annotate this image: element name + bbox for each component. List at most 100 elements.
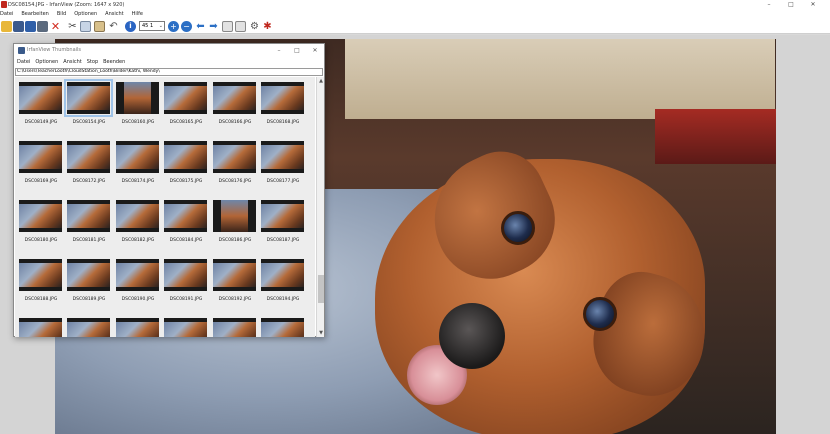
thumbnail-item[interactable]: DSC08174.JPG <box>114 138 162 197</box>
scrollbar-thumb[interactable] <box>318 275 324 303</box>
thumbnails-close-button[interactable]: ✕ <box>306 44 324 57</box>
thumbnails-menu-stop[interactable]: Stop <box>87 57 98 67</box>
thumbnail-item[interactable]: DSC08168.JPG <box>259 79 307 138</box>
thumbnail-image <box>261 82 304 114</box>
thumbnail-image <box>116 200 159 232</box>
menu-hilfe[interactable]: Hilfe <box>132 10 143 19</box>
info-icon[interactable]: i <box>125 21 136 32</box>
thumbnail-item[interactable]: DSC08176.JPG <box>211 138 259 197</box>
thumbnail-item[interactable]: DSC08187.JPG <box>259 197 307 256</box>
delete-icon[interactable]: ✕ <box>50 21 61 32</box>
thumbnail-item[interactable]: DSC08172.JPG <box>65 138 113 197</box>
menu-ansicht[interactable]: Ansicht <box>105 10 123 19</box>
thumbnails-menu-optionen[interactable]: Optionen <box>35 57 58 67</box>
thumbnail-item[interactable]: DSC08175.JPG <box>162 138 210 197</box>
thumbnail-caption: DSC08149.JPG <box>24 120 58 125</box>
first-page-icon[interactable] <box>222 21 233 32</box>
menu-datei[interactable]: Datei <box>0 10 13 19</box>
zoom-out-icon[interactable]: − <box>181 21 192 32</box>
thumbnail-item[interactable]: DSC08181.JPG <box>65 197 113 256</box>
menu-bearbeiten[interactable]: Bearbeiten <box>21 10 48 19</box>
thumbnail-caption: DSC08166.JPG <box>218 120 252 125</box>
thumbnails-app-icon <box>18 47 25 54</box>
thumbnail-item[interactable]: DSC08165.JPG <box>162 79 210 138</box>
thumbnail-item[interactable]: DSC08186.JPG <box>211 197 259 256</box>
next-icon[interactable]: ➡ <box>208 21 219 32</box>
undo-icon[interactable]: ↶ <box>108 21 119 32</box>
last-page-icon[interactable] <box>235 21 246 32</box>
thumbnail-item[interactable]: DSC08160.JPG <box>114 79 162 138</box>
print-icon[interactable] <box>37 21 48 32</box>
window-title: DSC08154.JPG - IrfanView (Zoom: 1647 x 9… <box>8 2 125 8</box>
thumbnail-item[interactable]: DSC08194.JPG <box>259 256 307 315</box>
folder-path-field[interactable]: C:\Users\TeacherLooth\CloudStation_Looth… <box>15 68 323 76</box>
thumbnail-item[interactable]: DSC08182.JPG <box>114 197 162 256</box>
thumbnail-item[interactable] <box>65 315 113 337</box>
thumbnail-item[interactable]: DSC08166.JPG <box>211 79 259 138</box>
thumbnail-image <box>164 200 207 232</box>
thumbnail-item[interactable]: DSC08190.JPG <box>114 256 162 315</box>
thumbnail-image <box>261 259 304 291</box>
thumbnail-item[interactable]: DSC08184.JPG <box>162 197 210 256</box>
vertical-scrollbar[interactable]: ▲ ▼ <box>316 77 324 337</box>
thumbnail-caption: DSC08177.JPG <box>266 179 300 184</box>
thumbnails-minimize-button[interactable]: – <box>270 44 288 57</box>
thumbnail-item[interactable]: DSC08149.JPG <box>17 79 65 138</box>
thumbnail-item[interactable] <box>17 315 65 337</box>
thumbnails-menu-beenden[interactable]: Beenden <box>103 57 125 67</box>
thumbnail-item[interactable] <box>211 315 259 337</box>
thumbnail-item[interactable]: DSC08188.JPG <box>17 256 65 315</box>
thumbnails-menu-ansicht[interactable]: Ansicht <box>63 57 81 67</box>
thumbnail-item[interactable]: DSC08180.JPG <box>17 197 65 256</box>
copy-icon[interactable] <box>80 21 91 32</box>
open-icon[interactable] <box>1 21 12 32</box>
scroll-up-icon[interactable]: ▲ <box>317 77 325 85</box>
thumbnail-item[interactable]: DSC08192.JPG <box>211 256 259 315</box>
thumbnail-item[interactable]: DSC08191.JPG <box>162 256 210 315</box>
save-icon[interactable] <box>25 21 36 32</box>
cut-icon[interactable]: ✂ <box>67 21 78 32</box>
thumbnail-item[interactable]: DSC08169.JPG <box>17 138 65 197</box>
thumbnail-caption: DSC08189.JPG <box>72 297 106 302</box>
thumbnail-image <box>116 259 159 291</box>
zoom-select[interactable]: 45 1 ⌄ <box>139 21 165 31</box>
zoom-in-icon[interactable]: + <box>168 21 179 32</box>
thumbnails-icon[interactable] <box>13 21 24 32</box>
thumbnail-image <box>164 141 207 173</box>
thumbnail-item[interactable] <box>114 315 162 337</box>
thumbnail-image <box>261 141 304 173</box>
thumbnail-caption: DSC08182.JPG <box>121 238 155 243</box>
thumbnail-caption: DSC08168.JPG <box>266 120 300 125</box>
scroll-down-icon[interactable]: ▼ <box>317 329 325 337</box>
thumbnail-caption: DSC08186.JPG <box>218 238 252 243</box>
thumbnail-item[interactable]: DSC08154.JPG <box>64 79 113 138</box>
thumbnail-image <box>116 141 159 173</box>
thumbnail-caption: DSC08176.JPG <box>218 179 252 184</box>
thumbnail-caption: DSC08175.JPG <box>169 179 203 184</box>
thumbnail-item[interactable]: DSC08189.JPG <box>65 256 113 315</box>
thumbnail-image <box>67 259 110 291</box>
previous-icon[interactable]: ⬅ <box>195 21 206 32</box>
thumbnail-item[interactable] <box>259 315 307 337</box>
thumbnail-caption: DSC08169.JPG <box>24 179 58 184</box>
settings-icon[interactable]: ⚙ <box>249 21 260 32</box>
close-button[interactable]: ✕ <box>802 0 824 10</box>
minimize-button[interactable]: – <box>758 0 780 10</box>
thumbnails-menu-datei[interactable]: Datei <box>17 57 30 67</box>
thumbnail-caption: DSC08190.JPG <box>121 297 155 302</box>
thumbnail-image <box>19 259 62 291</box>
maximize-button[interactable]: □ <box>780 0 802 10</box>
menu-optionen[interactable]: Optionen <box>74 10 97 19</box>
thumbnail-caption: DSC08187.JPG <box>266 238 300 243</box>
thumbnail-image <box>213 318 256 337</box>
paste-icon[interactable] <box>94 21 105 32</box>
thumbnails-maximize-button[interactable]: □ <box>288 44 306 57</box>
thumbnail-item[interactable]: DSC08177.JPG <box>259 138 307 197</box>
thumbnail-image <box>116 318 159 337</box>
thumbnail-image <box>19 200 62 232</box>
thumbnail-image <box>19 82 62 114</box>
irfanview-icon[interactable]: ✱ <box>262 21 273 32</box>
thumbnail-item[interactable] <box>162 315 210 337</box>
menu-bild[interactable]: Bild <box>57 10 66 19</box>
irfanview-window: DSC08154.JPG - IrfanView (Zoom: 1647 x 9… <box>0 0 830 434</box>
